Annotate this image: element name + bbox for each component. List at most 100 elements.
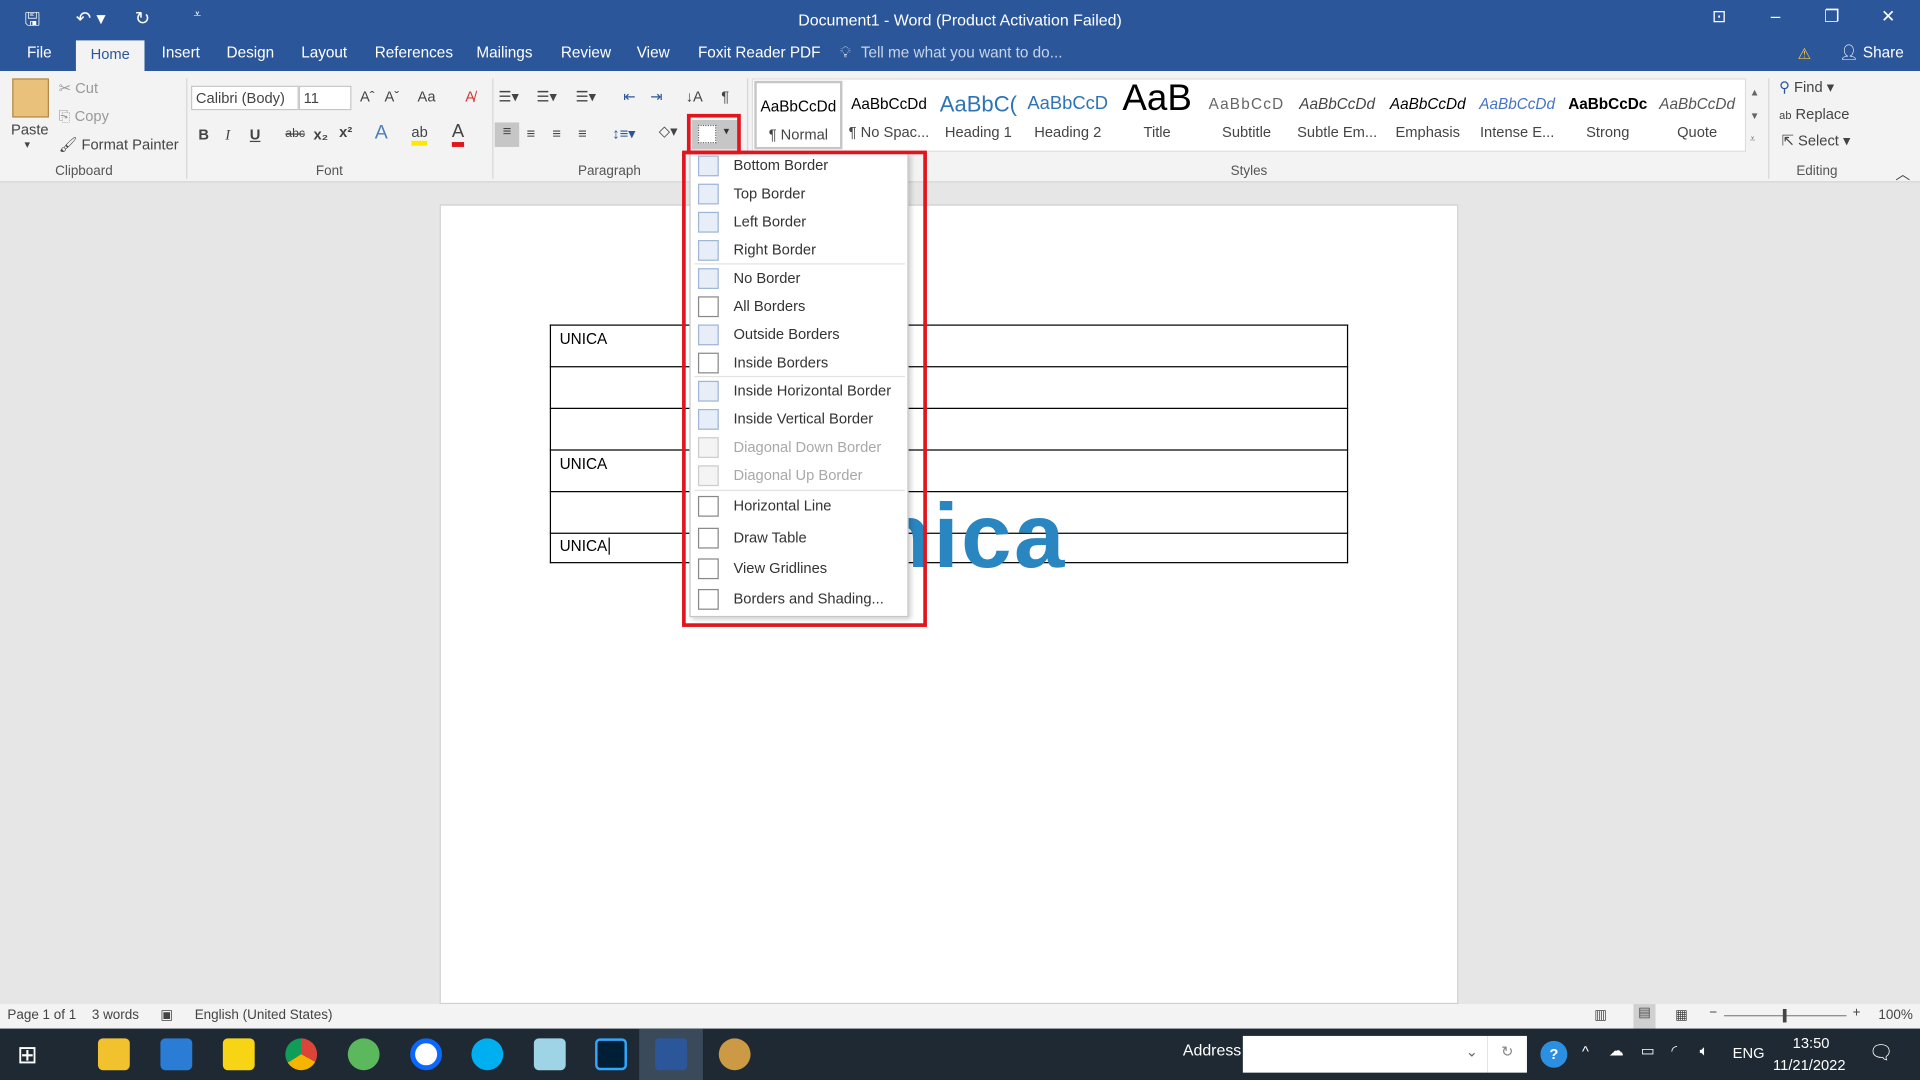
chevron-down-icon[interactable]: ⌄ xyxy=(1466,1043,1478,1060)
style-emphasis[interactable]: AaBbCcDd Emphasis xyxy=(1383,80,1472,150)
collapse-ribbon-icon[interactable]: ︿ xyxy=(1896,163,1911,184)
style-subtitle[interactable]: AaBbCcD Subtitle xyxy=(1202,80,1291,150)
shading-icon[interactable]: ◇▾ xyxy=(659,122,678,139)
zoom-level[interactable]: 100% xyxy=(1878,1008,1912,1023)
coccoc-icon[interactable] xyxy=(347,1038,380,1071)
italic-button[interactable]: I xyxy=(225,126,230,144)
replace-button[interactable]: ab Replace xyxy=(1779,105,1849,122)
tab-design[interactable]: Design xyxy=(224,44,277,61)
read-mode-icon[interactable]: ▥ xyxy=(1594,1007,1607,1023)
table-cell[interactable] xyxy=(549,491,692,534)
align-left-icon[interactable]: ≡ xyxy=(494,122,520,147)
address-input[interactable]: ⌄ xyxy=(1242,1035,1488,1073)
bold-button[interactable]: B xyxy=(198,126,209,143)
style-heading-2[interactable]: AaBbCcD Heading 2 xyxy=(1024,80,1111,150)
input-language[interactable]: ENG xyxy=(1733,1044,1765,1061)
close-button[interactable]: ✕ xyxy=(1860,6,1916,27)
help-icon[interactable]: ? xyxy=(1540,1040,1568,1068)
shrink-font-icon[interactable]: Aˇ xyxy=(384,88,399,105)
style-title[interactable]: AaB Title xyxy=(1114,80,1201,150)
grow-font-icon[interactable]: Aˆ xyxy=(360,88,375,105)
zoom-out-button[interactable]: − xyxy=(1709,1005,1717,1020)
mail-icon[interactable] xyxy=(160,1038,193,1071)
find-button[interactable]: ⚲ Find ▾ xyxy=(1779,78,1834,95)
multilevel-list-icon[interactable]: ☰▾ xyxy=(576,88,597,105)
chrome-icon[interactable] xyxy=(285,1038,318,1071)
increase-indent-icon[interactable]: ⇥ xyxy=(650,88,662,105)
battery-icon[interactable]: ▭ xyxy=(1641,1042,1655,1059)
table-cell[interactable]: UNICA xyxy=(549,449,692,493)
windows-start-icon[interactable]: ⊞ xyxy=(17,1040,38,1071)
paste-dropdown-icon[interactable]: ▾ xyxy=(24,138,30,151)
photoshop-icon[interactable] xyxy=(595,1038,627,1071)
print-layout-icon[interactable]: ▤ xyxy=(1633,1004,1656,1029)
tab-home[interactable]: Home xyxy=(75,40,145,72)
strikethrough-button[interactable]: abc xyxy=(285,127,305,140)
tab-view[interactable]: View xyxy=(634,44,672,61)
superscript-button[interactable]: x² xyxy=(339,124,352,141)
language[interactable]: English (United States) xyxy=(195,1008,333,1023)
copy-button[interactable]: ⎘ Copy xyxy=(59,108,109,126)
table-cell[interactable] xyxy=(549,407,692,451)
table-cell[interactable]: UNICA​ xyxy=(549,532,692,564)
restore-button[interactable]: ❐ xyxy=(1804,6,1860,27)
style-no-spacing[interactable]: AaBbCcDd ¶ No Spac... xyxy=(844,80,934,150)
underline-button[interactable]: U xyxy=(250,126,261,143)
volume-icon[interactable]: 🔈︎ xyxy=(1700,1042,1709,1060)
wifi-icon[interactable]: ◜ xyxy=(1671,1042,1677,1059)
minimize-button[interactable]: – xyxy=(1747,6,1803,26)
clock-time[interactable]: 13:50 xyxy=(1793,1035,1830,1052)
numbering-icon[interactable]: ☰▾ xyxy=(536,88,557,105)
app-icon[interactable] xyxy=(718,1038,751,1071)
select-button[interactable]: ⇱ Select ▾ xyxy=(1782,132,1851,149)
tab-layout[interactable]: Layout xyxy=(299,44,350,61)
change-case-button[interactable]: Aa xyxy=(418,88,436,105)
justify-icon[interactable]: ≡ xyxy=(578,125,587,142)
notifications-icon[interactable]: 🗨︎ xyxy=(1869,1041,1894,1065)
page-count[interactable]: Page 1 of 1 xyxy=(7,1008,76,1023)
share-button[interactable]: 👤︎ Share xyxy=(1837,44,1906,62)
paste-icon[interactable] xyxy=(12,78,49,118)
subscript-button[interactable]: x₂ xyxy=(313,126,328,143)
format-painter-button[interactable]: 🖌︎ Format Painter xyxy=(59,136,179,153)
align-center-icon[interactable]: ≡ xyxy=(527,125,536,142)
zalo-icon[interactable] xyxy=(410,1038,443,1071)
style-subtle-emphasis[interactable]: AaBbCcDd Subtle Em... xyxy=(1293,80,1382,150)
tab-foxit[interactable]: Foxit Reader PDF xyxy=(696,44,823,61)
decrease-indent-icon[interactable]: ⇤ xyxy=(623,88,635,105)
tab-file[interactable]: File xyxy=(24,44,54,61)
style-intense-emphasis[interactable]: AaBbCcDd Intense E... xyxy=(1473,80,1562,150)
ribbon-display-icon[interactable]: ⊡ xyxy=(1691,6,1747,27)
refresh-icon[interactable]: ↻ xyxy=(1487,1035,1527,1073)
styles-scroll-icons[interactable]: ▲ ▼ ⩡ xyxy=(1750,81,1760,151)
bullets-icon[interactable]: ☰▾ xyxy=(498,88,519,105)
app-icon[interactable] xyxy=(533,1038,566,1071)
style-heading-1[interactable]: AaBbC(Heading 1 xyxy=(935,80,1022,150)
skype-icon[interactable] xyxy=(471,1038,504,1071)
table-cell[interactable]: UNICA xyxy=(549,324,692,368)
text-effects-icon[interactable]: A xyxy=(375,122,388,144)
proofing-icon[interactable]: ▣ xyxy=(160,1007,173,1023)
paste-button[interactable]: Paste xyxy=(11,121,49,138)
style-strong[interactable]: AaBbCcDc Strong xyxy=(1563,80,1652,150)
style-quote[interactable]: AaBbCcDd Quote xyxy=(1653,80,1742,150)
show-hidden-icons[interactable]: ^ xyxy=(1582,1043,1589,1060)
cut-button[interactable]: ✂ Cut xyxy=(59,80,98,97)
word-count[interactable]: 3 words xyxy=(92,1008,139,1023)
tab-insert[interactable]: Insert xyxy=(159,44,202,61)
clock-date[interactable]: 11/21/2022 xyxy=(1773,1057,1845,1074)
file-explorer-icon[interactable] xyxy=(97,1038,130,1071)
tab-references[interactable]: References xyxy=(372,44,455,61)
sort-icon[interactable]: ↓A xyxy=(686,88,703,105)
style-normal[interactable]: AaBbCcDd ¶ Normal xyxy=(754,80,843,150)
onedrive-icon[interactable]: ☁ xyxy=(1609,1042,1624,1059)
table-cell[interactable] xyxy=(549,366,692,409)
highlight-color-icon[interactable]: ab xyxy=(411,124,428,146)
font-color-icon[interactable]: A xyxy=(451,121,465,147)
show-formatting-button[interactable]: ¶ xyxy=(721,88,729,105)
word-taskbar-button[interactable] xyxy=(639,1028,703,1080)
sticky-notes-icon[interactable] xyxy=(222,1038,255,1071)
align-right-icon[interactable]: ≡ xyxy=(552,125,561,142)
web-layout-icon[interactable]: ▦ xyxy=(1675,1007,1688,1023)
zoom-in-button[interactable]: + xyxy=(1853,1005,1861,1020)
